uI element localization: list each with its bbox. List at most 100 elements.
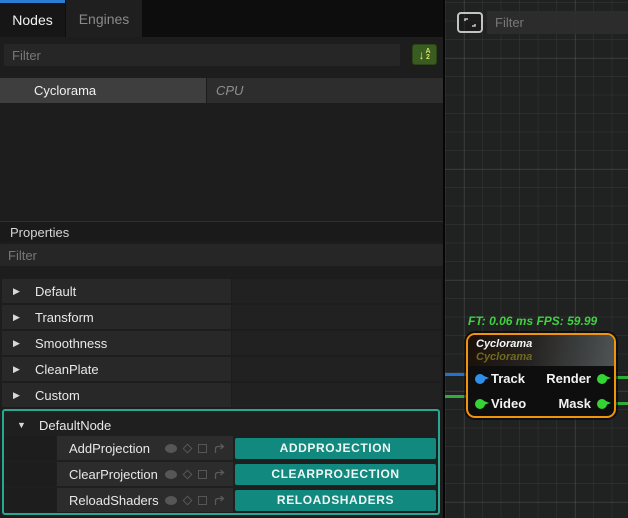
chevron-right-icon[interactable]: ▶	[13, 364, 25, 375]
port-label: Track	[491, 371, 525, 386]
action-row-clearprojection: ClearProjection CLEARPROJECTION	[4, 462, 438, 486]
diamond-icon	[183, 469, 193, 479]
left-panel: Nodes Engines ↓ A 2 Cyclorama CPU Proper…	[0, 0, 445, 518]
group-label: Transform	[35, 310, 94, 325]
port-label: Mask	[558, 396, 591, 411]
action-label: ClearProjection	[69, 467, 165, 482]
node-title: Cyclorama	[476, 338, 614, 351]
action-icons	[165, 469, 227, 480]
group-row-transform[interactable]: ▶ Transform	[2, 305, 441, 329]
node-port-row: Video Mask	[468, 391, 614, 416]
group-header[interactable]: ▶ Transform	[2, 305, 231, 329]
properties-filter-input[interactable]	[0, 244, 443, 266]
tab-engines[interactable]: Engines	[66, 0, 142, 37]
action-icons	[165, 495, 227, 506]
action-name-cell: AddProjection	[57, 436, 233, 460]
output-port-icon[interactable]	[597, 399, 607, 409]
wire-mask-output[interactable]	[616, 402, 628, 405]
square-icon	[198, 444, 207, 453]
reloadshaders-button[interactable]: RELOADSHADERS	[235, 490, 436, 511]
wire-track-input[interactable]	[445, 373, 467, 376]
defaultnode-section: ▼ DefaultNode AddProjection ADDPROJECTIO…	[2, 409, 440, 515]
node-graph-canvas[interactable]: FT: 0.06 ms FPS: 59.99 Cyclorama Cyclora…	[445, 0, 628, 518]
performance-stats: FT: 0.06 ms FPS: 59.99	[468, 314, 597, 328]
row-gutter	[4, 436, 56, 460]
group-header[interactable]: ▶ CleanPlate	[2, 357, 231, 381]
group-label: Smoothness	[35, 336, 107, 351]
group-value-area	[232, 331, 441, 355]
input-port-icon[interactable]	[475, 399, 485, 409]
action-label: ReloadShaders	[69, 493, 165, 508]
port-label: Video	[491, 396, 526, 411]
chevron-down-icon[interactable]: ▼	[17, 420, 29, 430]
group-label: DefaultNode	[39, 418, 111, 433]
input-track[interactable]: Track	[475, 371, 525, 386]
action-row-reloadshaders: ReloadShaders RELOADSHADERS	[4, 488, 438, 512]
output-mask[interactable]: Mask	[558, 396, 607, 411]
ellipse-icon	[165, 496, 177, 505]
group-row-custom[interactable]: ▶ Custom	[2, 383, 441, 407]
square-icon	[198, 496, 207, 505]
action-name-cell: ClearProjection	[57, 462, 233, 486]
group-header[interactable]: ▶ Smoothness	[2, 331, 231, 355]
group-row-defaultnode[interactable]: ▼ DefaultNode	[6, 414, 436, 436]
group-label: Custom	[35, 388, 80, 403]
row-gutter	[4, 488, 56, 512]
wire-video-input[interactable]	[445, 395, 467, 398]
nodes-filter-input[interactable]	[4, 44, 400, 66]
diamond-icon	[183, 495, 193, 505]
graph-filter-input[interactable]	[487, 11, 628, 34]
input-video[interactable]: Video	[475, 396, 526, 411]
action-button-cell: RELOADSHADERS	[233, 488, 438, 512]
group-row-smoothness[interactable]: ▶ Smoothness	[2, 331, 441, 355]
app-window: Nodes Engines ↓ A 2 Cyclorama CPU Proper…	[0, 0, 628, 518]
properties-header: Properties	[0, 221, 445, 242]
ellipse-icon	[165, 444, 177, 453]
group-row-cleanplate[interactable]: ▶ CleanPlate	[2, 357, 441, 381]
group-value-area	[232, 279, 441, 303]
frame-view-button[interactable]	[457, 12, 483, 33]
action-name-cell: ReloadShaders	[57, 488, 233, 512]
input-port-icon[interactable]	[475, 374, 485, 384]
table-row[interactable]: Cyclorama CPU	[0, 78, 445, 103]
chevron-right-icon[interactable]: ▶	[13, 338, 25, 349]
sort-icon-bottom: 2	[425, 55, 430, 61]
chevron-right-icon[interactable]: ▶	[13, 286, 25, 297]
ellipse-icon	[165, 470, 177, 479]
clearprojection-button[interactable]: CLEARPROJECTION	[235, 464, 436, 485]
jump-arrow-icon	[214, 495, 227, 506]
square-icon	[198, 470, 207, 479]
group-header[interactable]: ▶ Custom	[2, 383, 231, 407]
action-button-cell: CLEARPROJECTION	[233, 462, 438, 486]
group-value-area	[232, 305, 441, 329]
chevron-right-icon[interactable]: ▶	[13, 312, 25, 323]
diamond-icon	[183, 443, 193, 453]
wire-render-output[interactable]	[616, 376, 628, 379]
group-label: CleanPlate	[35, 362, 99, 377]
jump-arrow-icon	[214, 443, 227, 454]
node-subtitle: Cyclorama	[476, 351, 614, 363]
action-icons	[165, 443, 227, 454]
sort-button[interactable]: ↓ A 2	[412, 44, 437, 65]
action-button-cell: ADDPROJECTION	[233, 436, 438, 460]
sort-arrow-icon: ↓	[418, 49, 424, 61]
jump-arrow-icon	[214, 469, 227, 480]
node-header[interactable]: Cyclorama Cyclorama	[468, 335, 614, 366]
sort-az-icon: A 2	[425, 49, 430, 61]
group-row-default[interactable]: ▶ Default	[2, 279, 441, 303]
addprojection-button[interactable]: ADDPROJECTION	[235, 438, 436, 459]
output-render[interactable]: Render	[546, 371, 607, 386]
cyclorama-node[interactable]: Cyclorama Cyclorama Track Render Video	[466, 333, 616, 418]
action-row-addprojection: AddProjection ADDPROJECTION	[4, 436, 438, 460]
output-port-icon[interactable]	[597, 374, 607, 384]
row-gutter	[4, 462, 56, 486]
chevron-right-icon[interactable]: ▶	[13, 390, 25, 401]
group-header[interactable]: ▶ Default	[2, 279, 231, 303]
tab-bar: Nodes Engines	[0, 0, 445, 37]
node-port-row: Track Render	[468, 366, 614, 391]
tab-nodes[interactable]: Nodes	[0, 0, 65, 37]
node-type-cell[interactable]: CPU	[207, 78, 445, 103]
node-name-cell[interactable]: Cyclorama	[0, 78, 206, 103]
frame-corners-icon	[463, 17, 477, 28]
action-label: AddProjection	[69, 441, 165, 456]
